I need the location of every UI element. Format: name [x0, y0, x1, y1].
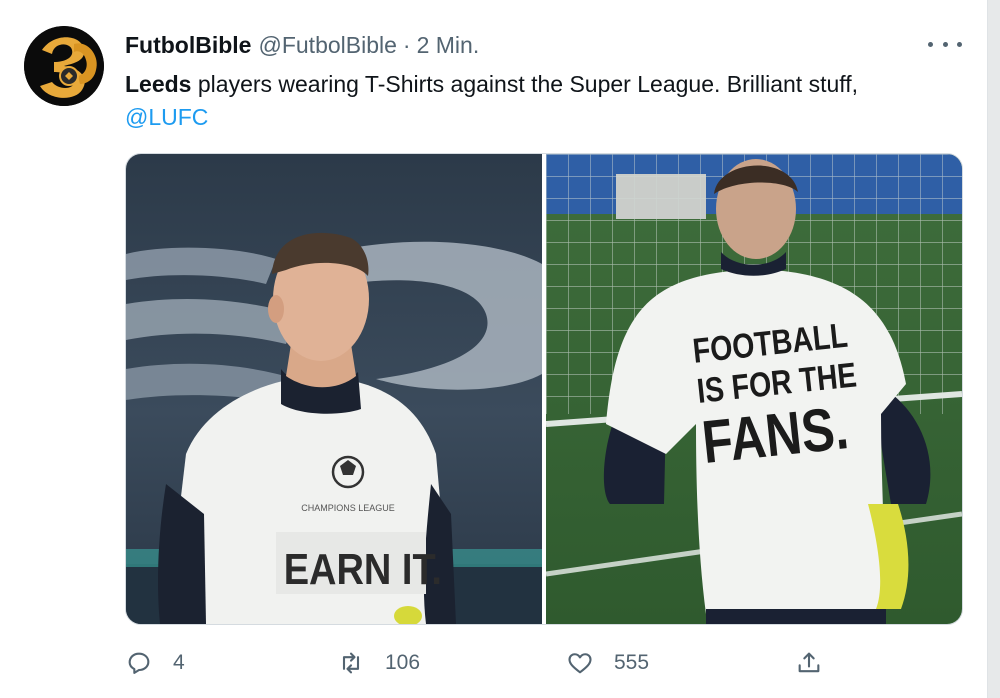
- reply-count: 4: [173, 651, 185, 674]
- photo-left[interactable]: CHAMPIONS LEAGUE EARN IT.: [126, 154, 542, 624]
- champions-league-label: CHAMPIONS LEAGUE: [301, 503, 395, 513]
- like-icon: [568, 653, 592, 674]
- tweet-header: FutbolBible @FutbolBible · 2 Min.: [125, 30, 479, 60]
- separator-dot: ·: [402, 31, 411, 58]
- media-grid: CHAMPIONS LEAGUE EARN IT. FOOTBALL IS FO…: [125, 153, 963, 625]
- more-dot: [957, 41, 962, 47]
- timestamp[interactable]: 2 Min.: [417, 32, 480, 59]
- mention-link[interactable]: @LUFC: [125, 104, 208, 130]
- retweet-icon: [342, 652, 360, 674]
- reply-icon: [128, 652, 150, 674]
- like-count: 555: [614, 651, 650, 674]
- more-dot: [928, 41, 933, 47]
- avatar[interactable]: [24, 26, 104, 106]
- share-icon: [798, 652, 820, 673]
- tweet-text: Leeds players wearing T-Shirts against t…: [125, 68, 975, 134]
- photo-right-image: FOOTBALL IS FOR THE FANS.: [546, 154, 962, 624]
- tweet-text-body: players wearing T-Shirts against the Sup…: [191, 71, 859, 97]
- display-name[interactable]: FutbolBible: [125, 32, 251, 59]
- more-icon[interactable]: [928, 34, 962, 54]
- scrollbar[interactable]: [987, 0, 1000, 698]
- photo-right[interactable]: FOOTBALL IS FOR THE FANS.: [546, 154, 962, 624]
- earn-it-text: EARN IT.: [284, 545, 442, 594]
- like-button[interactable]: 555: [566, 643, 649, 683]
- reply-button[interactable]: 4: [125, 643, 185, 683]
- share-button[interactable]: [795, 643, 823, 683]
- retweet-button[interactable]: 106: [337, 643, 420, 683]
- retweet-count: 106: [385, 651, 421, 674]
- tweet-text-bold[interactable]: Leeds: [125, 71, 191, 97]
- tweet-actions: 4 106 555: [125, 643, 845, 683]
- photo-left-image: CHAMPIONS LEAGUE EARN IT.: [126, 154, 542, 624]
- more-dot: [942, 41, 948, 47]
- user-handle[interactable]: @FutbolBible: [258, 32, 396, 59]
- avatar-logo: [24, 26, 104, 106]
